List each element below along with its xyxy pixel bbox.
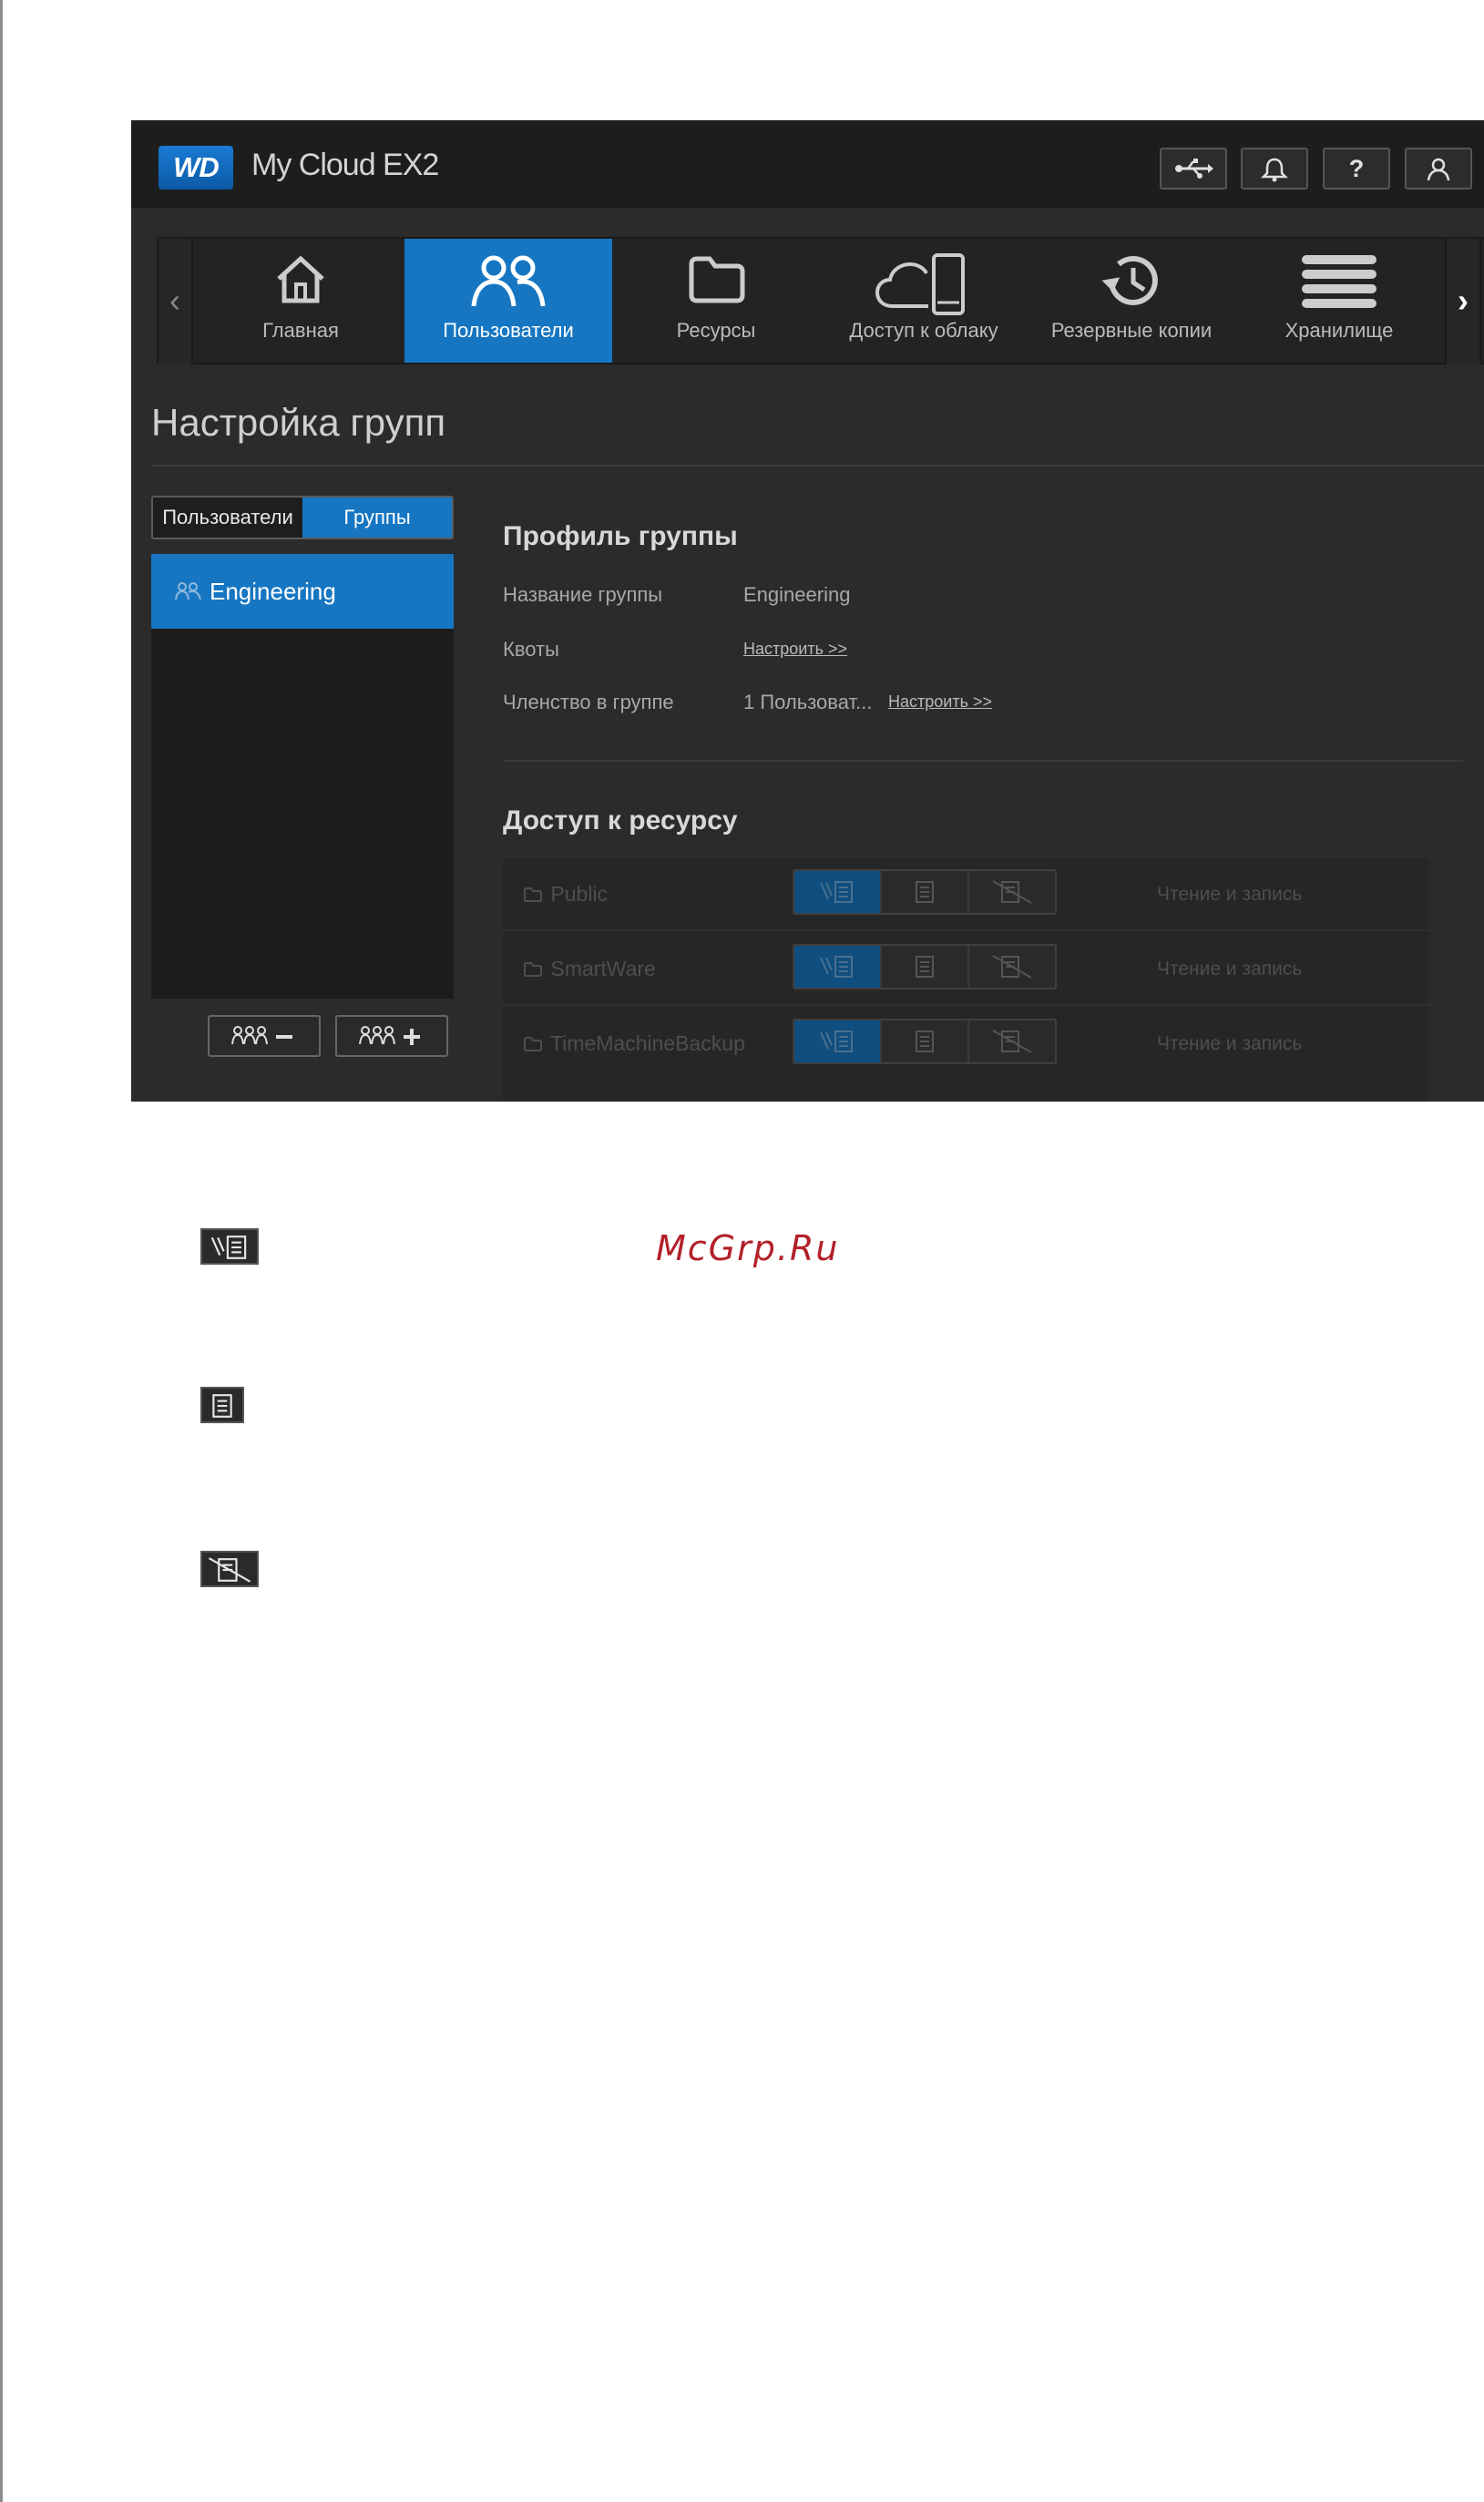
permission-selector bbox=[793, 944, 1057, 990]
home-icon bbox=[277, 255, 324, 303]
usb-icon bbox=[1175, 159, 1213, 179]
storage-icon bbox=[1302, 255, 1377, 308]
group-icon bbox=[175, 582, 201, 600]
history-icon bbox=[1101, 256, 1158, 305]
no-access-button[interactable] bbox=[969, 871, 1055, 913]
nav-item-label: Хранилище bbox=[1284, 319, 1394, 342]
nav-item-home[interactable]: Главная bbox=[197, 239, 404, 363]
bell-icon bbox=[1260, 158, 1289, 182]
usb-button[interactable] bbox=[1160, 148, 1227, 190]
nav-scroll-right[interactable]: › bbox=[1445, 239, 1481, 364]
add-group-icon bbox=[359, 1026, 420, 1045]
permission-selector bbox=[793, 1019, 1057, 1064]
tab-users[interactable]: Пользователи bbox=[153, 497, 302, 538]
membership-configure-link[interactable]: Настроить >> bbox=[888, 692, 992, 712]
table-row: Public Чтение и запись bbox=[503, 858, 1428, 931]
help-icon: ? bbox=[1348, 155, 1365, 182]
main-nav: ‹ Главная Пользователи Ресурсы Доступ к … bbox=[157, 237, 1484, 364]
membership-label: Членство в группе bbox=[503, 691, 674, 713]
cloud-phone-icon bbox=[875, 253, 965, 315]
read-write-button[interactable] bbox=[794, 1020, 882, 1062]
read-only-icon bbox=[916, 881, 934, 903]
share-name: TimeMachineBackup bbox=[523, 1031, 745, 1056]
read-write-icon bbox=[820, 1031, 853, 1052]
app-title: My Cloud EX2 bbox=[251, 148, 439, 182]
no-access-icon bbox=[992, 955, 1032, 979]
permission-selector bbox=[793, 869, 1057, 915]
read-write-icon bbox=[210, 1236, 247, 1259]
nav-item-label: Пользователи bbox=[443, 319, 574, 342]
help-button[interactable]: ? bbox=[1323, 148, 1390, 190]
group-name: Engineering bbox=[210, 578, 336, 605]
nav-item-users[interactable]: Пользователи bbox=[404, 239, 612, 363]
nav-item-backups[interactable]: Резервные копии bbox=[1028, 239, 1235, 363]
share-access-heading: Доступ к ресурсу bbox=[503, 805, 738, 836]
nav-item-label: Главная bbox=[262, 319, 339, 342]
nav-item-shares[interactable]: Ресурсы bbox=[612, 239, 820, 363]
group-name-label: Название группы bbox=[503, 583, 663, 606]
read-only-button[interactable] bbox=[882, 1020, 969, 1062]
nav-item-label: Ресурсы bbox=[676, 319, 756, 342]
top-bar: WD My Cloud EX2 ? bbox=[131, 120, 1484, 208]
no-access-button[interactable] bbox=[969, 946, 1055, 988]
app-window: WD My Cloud EX2 ? ‹ Главная Пользователи… bbox=[131, 120, 1484, 1102]
table-row: TimeMachineBackup Чтение и запись bbox=[503, 1008, 1428, 1081]
divider bbox=[503, 760, 1463, 762]
page-title: Настройка групп bbox=[151, 401, 446, 444]
nav-scroll-left[interactable]: ‹ bbox=[157, 239, 193, 364]
user-icon bbox=[1427, 158, 1450, 181]
share-status: Чтение и запись bbox=[1157, 959, 1303, 979]
no-access-icon bbox=[208, 1557, 251, 1583]
nav-item-cloud-access[interactable]: Доступ к облаку bbox=[820, 239, 1028, 363]
nav-item-label: Доступ к облаку bbox=[849, 319, 998, 342]
no-access-icon bbox=[992, 1030, 1032, 1053]
read-write-icon bbox=[820, 956, 853, 978]
read-write-icon bbox=[820, 881, 853, 903]
read-only-icon bbox=[916, 1031, 934, 1052]
group-list: Engineering bbox=[151, 554, 454, 999]
folder-icon bbox=[524, 887, 542, 902]
membership-value: 1 Пользоват... bbox=[743, 691, 873, 713]
list-item-group[interactable]: Engineering bbox=[151, 554, 454, 629]
share-status: Чтение и запись bbox=[1157, 1033, 1303, 1054]
users-groups-toggle: Пользователи Группы bbox=[151, 496, 454, 539]
legend-no-access bbox=[200, 1551, 259, 1587]
remove-group-button[interactable] bbox=[208, 1015, 321, 1057]
legend-read-write bbox=[200, 1228, 259, 1265]
nav-item-storage[interactable]: Хранилище bbox=[1235, 239, 1443, 363]
no-access-icon bbox=[992, 880, 1032, 904]
notifications-button[interactable] bbox=[1241, 148, 1308, 190]
folder-icon bbox=[689, 256, 745, 303]
wd-logo: WD bbox=[159, 146, 233, 190]
legend-read-only bbox=[200, 1387, 244, 1423]
watermark: McGrp.Ru bbox=[656, 1228, 840, 1268]
remove-group-icon bbox=[231, 1026, 292, 1045]
quota-label: Квоты bbox=[503, 638, 559, 661]
read-only-icon bbox=[916, 956, 934, 978]
share-access-table: Public Чтение и запись SmartWare Чтение … bbox=[503, 858, 1428, 1102]
quota-configure-link[interactable]: Настроить >> bbox=[743, 640, 847, 659]
group-name-value: Engineering bbox=[743, 583, 851, 606]
read-write-button[interactable] bbox=[794, 871, 882, 913]
nav-item-label: Резервные копии bbox=[1050, 319, 1213, 342]
divider bbox=[151, 465, 1484, 467]
share-status: Чтение и запись bbox=[1157, 884, 1303, 905]
table-row: SmartWare Чтение и запись bbox=[503, 933, 1428, 1006]
read-write-button[interactable] bbox=[794, 946, 882, 988]
read-only-button[interactable] bbox=[882, 946, 969, 988]
folder-icon bbox=[524, 1037, 542, 1051]
read-only-button[interactable] bbox=[882, 871, 969, 913]
users-icon bbox=[471, 255, 546, 307]
share-name: SmartWare bbox=[523, 957, 656, 981]
read-only-icon bbox=[212, 1394, 232, 1418]
page-left-border bbox=[0, 0, 3, 2502]
add-group-button[interactable] bbox=[335, 1015, 448, 1057]
group-profile-heading: Профиль группы bbox=[503, 521, 738, 551]
folder-icon bbox=[524, 962, 542, 977]
share-name: Public bbox=[523, 882, 608, 907]
account-button[interactable] bbox=[1405, 148, 1472, 190]
no-access-button[interactable] bbox=[969, 1020, 1055, 1062]
tab-groups[interactable]: Группы bbox=[302, 497, 452, 538]
